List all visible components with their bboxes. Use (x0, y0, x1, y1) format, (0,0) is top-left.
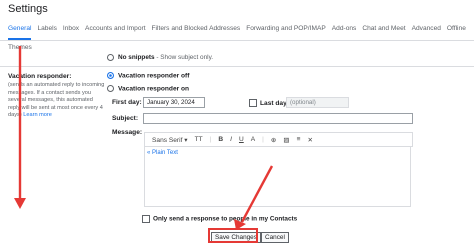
diagonal-arrow-line (240, 165, 274, 223)
diagonal-arrow-head (234, 219, 246, 230)
annotation-arrows (14, 46, 274, 230)
vertical-arrow-head (14, 198, 26, 209)
